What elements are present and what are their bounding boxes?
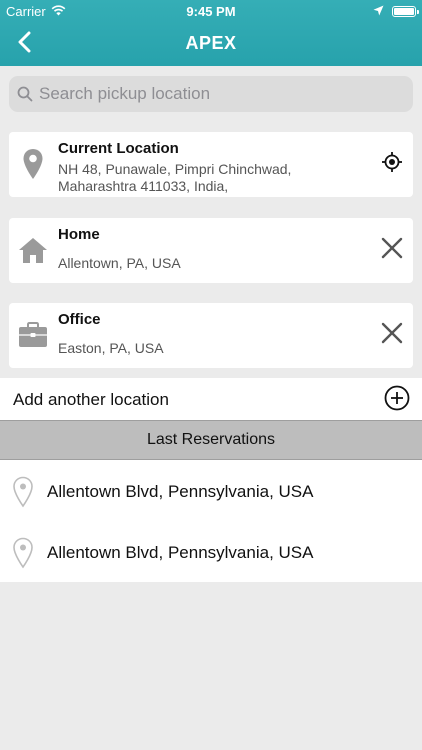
add-location-label: Add another location — [13, 390, 169, 409]
search-input[interactable] — [39, 84, 399, 104]
office-location-card[interactable]: Office Easton, PA, USA — [9, 303, 413, 368]
nav-bar: APEX — [0, 22, 422, 66]
reservation-label: Allentown Blvd, Pennsylvania, USA — [47, 482, 314, 501]
status-time: 9:45 PM — [186, 4, 236, 19]
status-right — [373, 4, 419, 19]
back-button[interactable] — [6, 26, 42, 62]
reservations-list: Allentown Blvd, Pennsylvania, USA Allent… — [0, 460, 422, 582]
briefcase-icon — [15, 317, 51, 353]
close-icon — [381, 237, 403, 264]
current-location-title: Current Location — [58, 140, 179, 157]
office-title: Office — [58, 311, 101, 328]
plus-circle-icon — [384, 385, 410, 416]
search-box[interactable] — [9, 76, 413, 112]
app-header: Carrier 9:45 PM APEX — [0, 0, 422, 66]
status-bar: Carrier 9:45 PM — [0, 0, 422, 22]
page-title: APEX — [185, 33, 237, 53]
home-location-card[interactable]: Home Allentown, PA, USA — [9, 218, 413, 283]
search-icon — [17, 86, 33, 102]
home-icon — [15, 232, 51, 268]
home-address: Allentown, PA, USA — [58, 255, 181, 271]
close-icon — [381, 322, 403, 349]
search-area — [0, 66, 422, 122]
office-address: Easton, PA, USA — [58, 340, 164, 356]
last-reservations-header: Last Reservations — [0, 420, 422, 460]
reservation-label: Allentown Blvd, Pennsylvania, USA — [47, 543, 314, 562]
home-title: Home — [58, 226, 100, 243]
current-location-card[interactable]: Current Location NH 48, Punawale, Pimpri… — [9, 132, 413, 197]
remove-office-button[interactable] — [377, 320, 407, 350]
location-arrow-icon — [373, 4, 384, 19]
crosshair-icon — [381, 151, 403, 178]
map-pin-icon — [15, 146, 51, 182]
current-location-address: NH 48, Punawale, Pimpri Chinchwad, Mahar… — [58, 161, 292, 194]
chevron-left-icon — [17, 31, 31, 58]
locate-me-button[interactable] — [377, 149, 407, 179]
map-pin-outline-icon — [10, 476, 36, 508]
remove-home-button[interactable] — [377, 235, 407, 265]
map-pin-outline-icon — [10, 537, 36, 569]
reservation-item[interactable]: Allentown Blvd, Pennsylvania, USA — [0, 521, 422, 582]
add-location-button[interactable] — [382, 385, 412, 415]
reservation-item[interactable]: Allentown Blvd, Pennsylvania, USA — [0, 460, 422, 521]
battery-icon — [392, 6, 419, 17]
add-location-row[interactable]: Add another location — [0, 378, 422, 420]
